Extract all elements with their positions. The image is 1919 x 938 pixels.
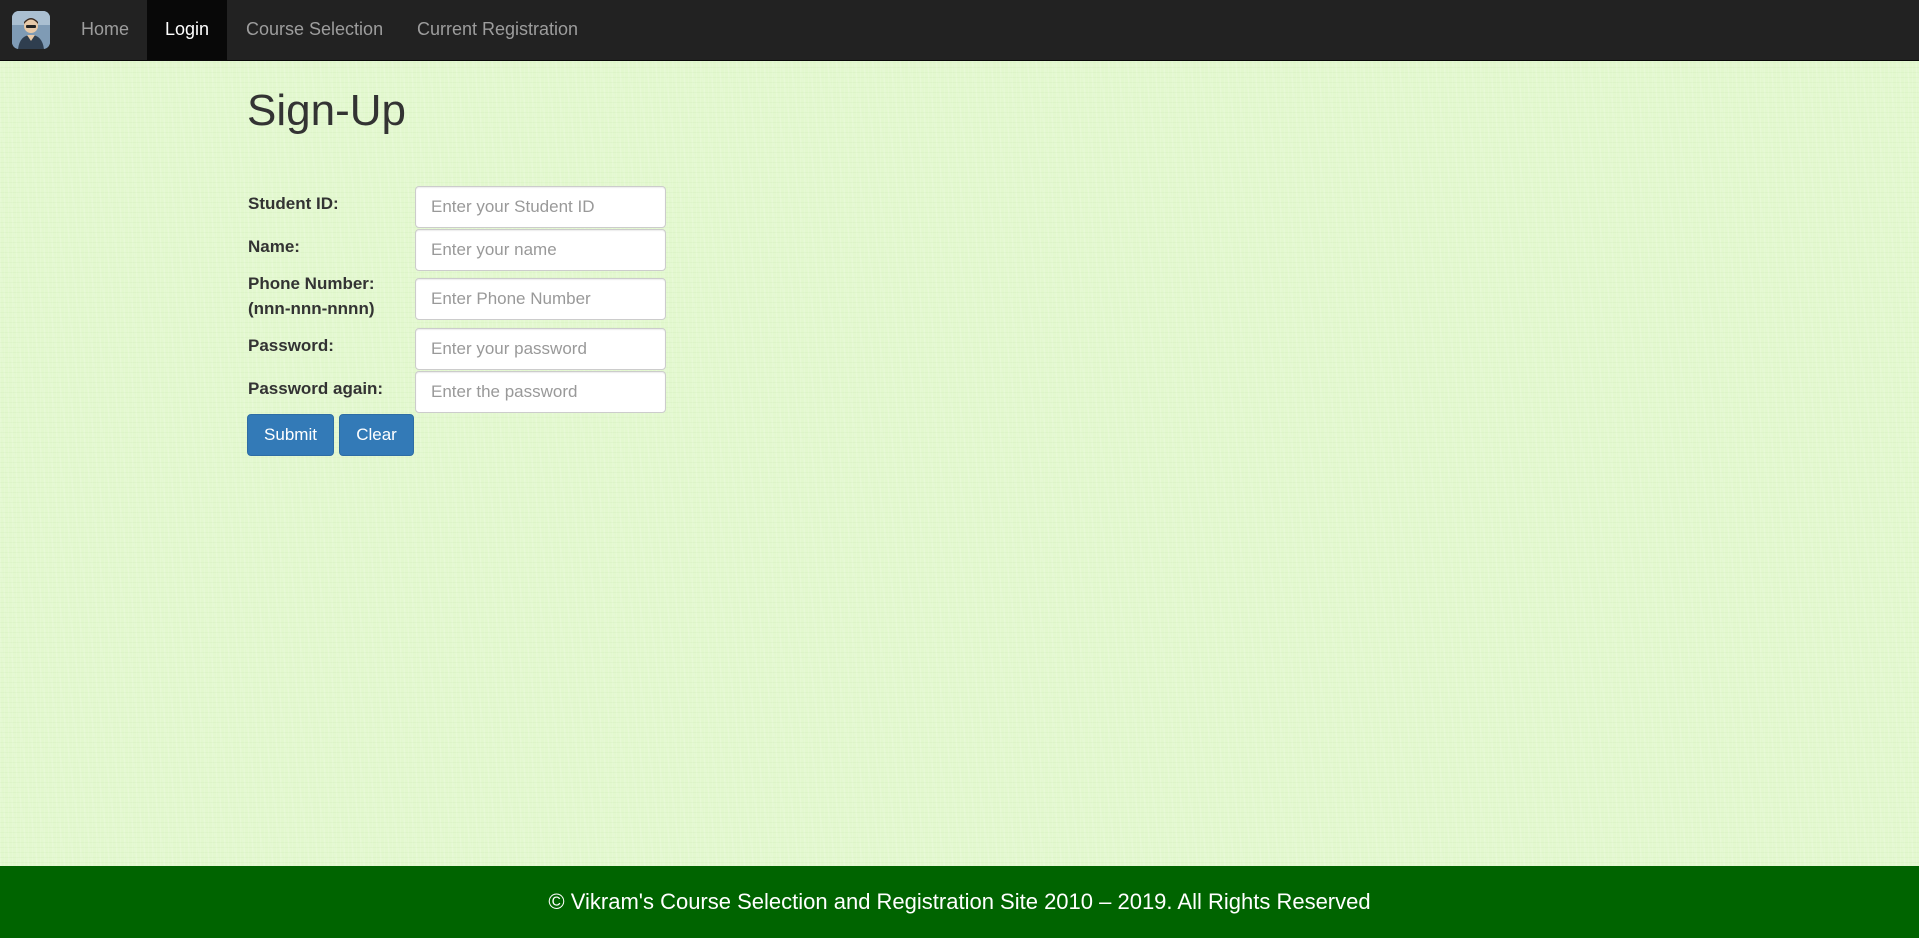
footer: © Vikram's Course Selection and Registra… [0, 866, 1919, 938]
password-input[interactable] [415, 328, 666, 370]
name-input[interactable] [415, 229, 666, 271]
name-label: Name: [248, 237, 300, 256]
page-title: Sign-Up [247, 86, 406, 135]
password-again-input[interactable] [415, 371, 666, 413]
phone-number-input[interactable] [415, 278, 666, 320]
user-avatar-icon [12, 11, 50, 49]
phone-number-label: Phone Number: [248, 274, 375, 293]
student-id-input[interactable] [415, 186, 666, 228]
student-id-label: Student ID: [248, 194, 339, 213]
brand-logo[interactable] [12, 11, 50, 49]
top-navbar: Home Login Course Selection Current Regi… [0, 0, 1919, 61]
footer-copyright-text: © Vikram's Course Selection and Registra… [548, 889, 1371, 914]
nav-course-selection[interactable]: Course Selection [228, 0, 401, 60]
nav-login[interactable]: Login [147, 0, 228, 60]
nav-home[interactable]: Home [63, 0, 147, 60]
nav-current-registration[interactable]: Current Registration [399, 0, 596, 60]
password-label: Password: [248, 336, 334, 355]
phone-format-hint: (nnn-nnn-nnnn) [248, 299, 375, 318]
clear-button[interactable]: Clear [339, 414, 414, 456]
submit-button[interactable]: Submit [247, 414, 334, 456]
password-again-label: Password again: [248, 379, 384, 398]
